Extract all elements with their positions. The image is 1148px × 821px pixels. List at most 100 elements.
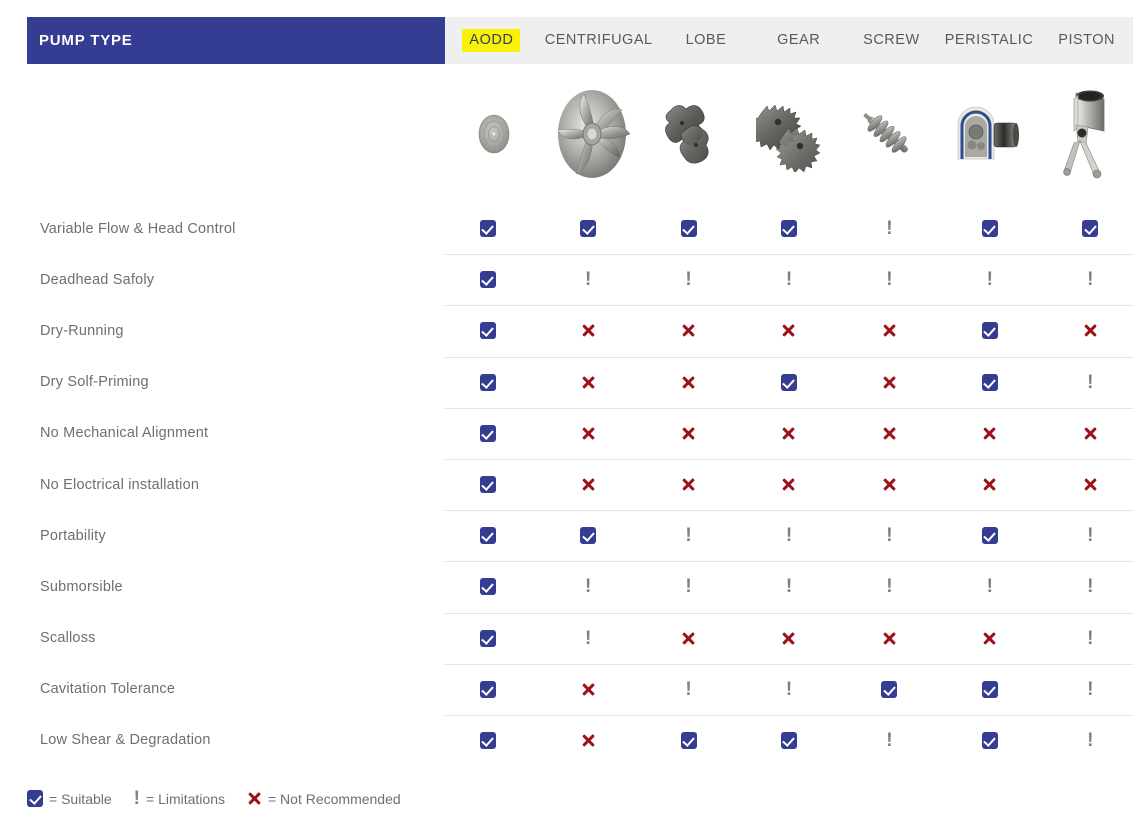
pump-image-cell-lobe — [642, 66, 740, 201]
cell-gear — [746, 305, 846, 356]
piston-rod-icon — [1054, 85, 1114, 183]
row-label: Deadhead Safoly — [40, 271, 155, 288]
cell-lobe — [646, 459, 746, 510]
cell-lobe: ! — [646, 510, 746, 561]
not-recommended-x-icon — [681, 375, 696, 390]
column-header-label: CENTRIFUGAL — [544, 32, 653, 48]
cell-aodd — [445, 459, 545, 510]
cell-lobe — [646, 715, 746, 766]
limitations-exclamation-icon: ! — [886, 576, 893, 598]
cell-piston: ! — [1048, 254, 1148, 305]
legend-text: = Suitable — [49, 790, 112, 807]
row-label: Dry Solf-Priming — [40, 374, 149, 391]
cell-centrifugal: ! — [545, 613, 645, 664]
row-cells: !!! — [445, 664, 1148, 715]
column-header-lobe[interactable]: LOBE — [660, 29, 753, 52]
limitations-exclamation-icon: ! — [1087, 729, 1094, 751]
limitations-exclamation-icon: ! — [886, 269, 893, 291]
suitable-check-icon — [479, 476, 496, 494]
cell-piston: ! — [1048, 715, 1148, 766]
row-cells: !! — [445, 613, 1148, 664]
suitable-check-icon — [981, 527, 998, 545]
not-recommended-x-icon — [581, 323, 596, 338]
legend-item: ! = Limitations — [134, 789, 225, 808]
table-row: Dry-Running — [0, 305, 1148, 356]
limitations-exclamation-icon: ! — [685, 525, 692, 547]
not-recommended-x-icon — [882, 477, 897, 492]
cell-peristalic — [947, 510, 1047, 561]
suitable-check-icon — [27, 790, 43, 807]
cell-screw: ! — [847, 510, 947, 561]
not-recommended-x-icon — [781, 631, 796, 646]
cell-aodd — [445, 254, 545, 305]
cell-lobe: ! — [646, 664, 746, 715]
cell-lobe: ! — [646, 561, 746, 612]
legend-text: = Limitations — [146, 790, 225, 807]
page-title: PUMP TYPE — [39, 32, 133, 49]
not-recommended-x-icon — [781, 323, 796, 338]
cell-gear: ! — [746, 664, 846, 715]
cell-peristalic — [947, 357, 1047, 408]
cell-piston — [1048, 305, 1148, 356]
suitable-check-icon — [479, 629, 496, 647]
not-recommended-x-icon — [1083, 323, 1098, 338]
gear-rotor-icon — [755, 96, 822, 172]
row-label: Submorsible — [40, 578, 123, 595]
suitable-check-icon — [680, 220, 697, 238]
suitable-check-icon — [981, 680, 998, 698]
suitable-check-icon — [1082, 220, 1099, 238]
cell-gear: ! — [746, 510, 846, 561]
column-header-label: AODD — [462, 29, 521, 52]
suitable-check-icon — [479, 680, 496, 698]
pump-image-cell-centrifugal — [543, 66, 641, 201]
cell-piston: ! — [1048, 664, 1148, 715]
table-row: Scalloss!! — [0, 612, 1148, 664]
cell-gear — [746, 408, 846, 459]
limitations-exclamation-icon: ! — [584, 269, 592, 291]
column-header-screw[interactable]: SCREW — [845, 29, 938, 52]
column-header-aodd[interactable]: AODD — [445, 29, 538, 52]
suitable-check-icon — [479, 271, 496, 289]
pump-type-title-block: PUMP TYPE — [27, 17, 445, 64]
cell-aodd — [445, 357, 545, 408]
cell-piston: ! — [1048, 357, 1148, 408]
suitable-check-icon — [479, 373, 496, 391]
suitable-check-icon — [479, 731, 496, 749]
cell-centrifugal: ! — [545, 254, 645, 305]
cell-screw: ! — [847, 561, 947, 612]
cell-peristalic — [947, 459, 1047, 510]
limitations-exclamation-icon: ! — [584, 576, 592, 598]
cell-piston: ! — [1048, 613, 1148, 664]
limitations-exclamation-icon: ! — [1087, 678, 1094, 700]
cell-screw: ! — [847, 254, 947, 305]
pump-image-cell-screw — [838, 66, 936, 201]
column-header-centrifugal[interactable]: CENTRIFUGAL — [538, 29, 660, 52]
not-recommended-x-icon — [247, 791, 262, 806]
legend: = Suitable! = Limitations = Not Recommende… — [27, 789, 401, 808]
row-label: Scalloss — [40, 630, 96, 647]
cell-gear: ! — [746, 254, 846, 305]
row-cells: !!!! — [445, 510, 1148, 561]
row-label: No Eloctrical installation — [40, 476, 200, 493]
column-header-label: GEAR — [777, 32, 821, 48]
column-header-peristalic[interactable]: PERISTALIC — [938, 29, 1041, 52]
cell-centrifugal — [545, 459, 645, 510]
column-header-gear[interactable]: GEAR — [752, 29, 845, 52]
cell-piston — [1048, 203, 1148, 254]
cell-aodd — [445, 305, 545, 356]
suitable-check-icon — [981, 322, 998, 340]
limitations-exclamation-icon: ! — [685, 269, 692, 291]
cell-peristalic: ! — [947, 561, 1047, 612]
not-recommended-x-icon — [1083, 426, 1098, 441]
not-recommended-x-icon — [581, 682, 596, 697]
row-label: Variable Flow & Head Control — [40, 220, 236, 237]
column-header-piston[interactable]: PISTON — [1040, 29, 1133, 52]
row-cells: !!!!!! — [445, 561, 1148, 612]
row-cells — [445, 408, 1148, 459]
cell-aodd — [445, 203, 545, 254]
not-recommended-x-icon — [581, 426, 596, 441]
pump-image-row — [445, 66, 1133, 201]
not-recommended-x-icon — [581, 477, 596, 492]
suitable-check-icon — [881, 680, 898, 698]
screw-rotor-icon — [849, 96, 925, 172]
